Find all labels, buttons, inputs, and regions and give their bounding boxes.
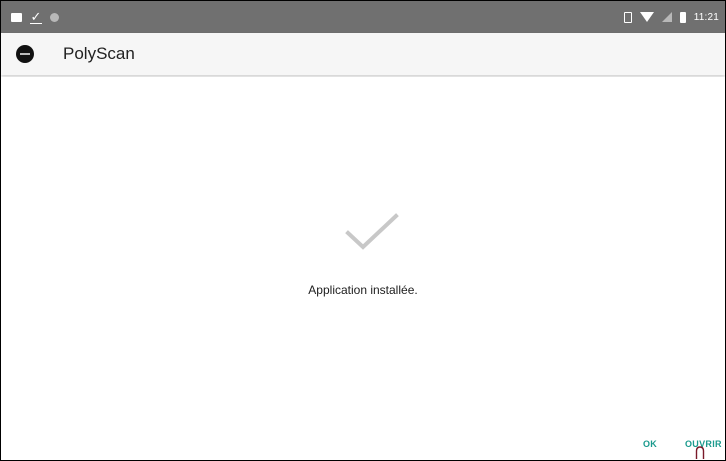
status-system: 11:21 <box>623 11 719 23</box>
install-message: Application installée. <box>308 283 418 297</box>
app-title: PolyScan <box>63 44 135 63</box>
polyscan-logo-icon <box>16 45 34 63</box>
app-bar: PolyScan <box>1 33 725 75</box>
status-time: 11:21 <box>693 11 719 23</box>
no-signal-icon <box>661 12 672 22</box>
ok-button[interactable]: OK <box>643 439 657 449</box>
screen: ✓ 11:21 PolyScan Application installée. … <box>0 0 726 461</box>
download-done-icon: ✓ <box>30 8 42 24</box>
status-notifications: ✓ <box>11 8 59 24</box>
install-result-panel: Application installée. OK OUVRIR <box>1 77 725 460</box>
status-bar: ✓ 11:21 <box>1 1 725 33</box>
vibrate-icon <box>623 11 632 23</box>
circle-notification-icon <box>50 12 59 22</box>
image-icon <box>11 12 22 22</box>
battery-icon <box>679 11 686 23</box>
check-icon <box>345 213 399 250</box>
wifi-icon <box>639 12 654 22</box>
mouse-cursor-icon <box>695 446 705 459</box>
